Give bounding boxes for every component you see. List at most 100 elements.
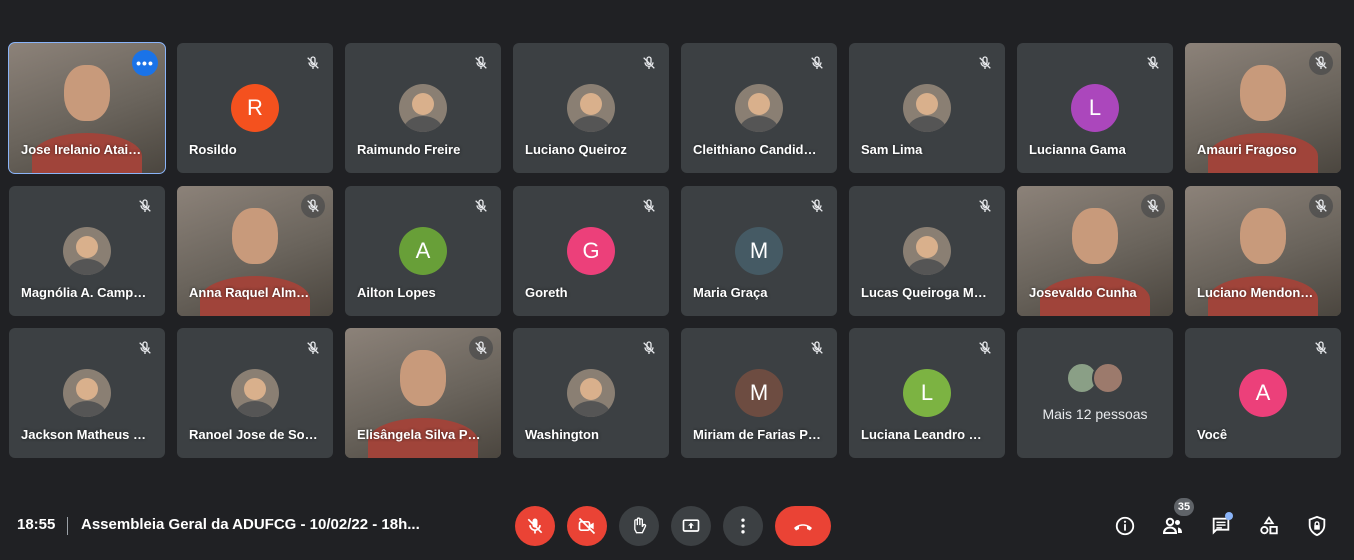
participant-name: Lucas Queiroga M… [861, 284, 987, 300]
end-call-icon [794, 524, 812, 531]
participant-tile[interactable]: Washington [513, 328, 669, 458]
muted-mic-icon [805, 194, 829, 218]
more-participants-label: Mais 12 pessoas [1042, 406, 1148, 422]
participant-name: Goreth [525, 284, 568, 300]
muted-mic-icon [637, 51, 661, 75]
avatar: G [567, 226, 615, 275]
avatar-photo-head [244, 378, 266, 400]
end-call-button[interactable] [775, 506, 831, 546]
more-options-icon [741, 518, 745, 534]
participant-tile[interactable]: A Ailton Lopes [345, 185, 501, 316]
muted-mic-icon [301, 336, 325, 360]
people-button[interactable] [1161, 514, 1185, 538]
participant-tile[interactable]: Anna Raquel Alm… [177, 185, 333, 316]
avatar: M [735, 369, 783, 417]
raise-hand-icon [634, 517, 647, 534]
raise-hand-button[interactable] [619, 506, 659, 546]
avatar-photo-body [571, 401, 611, 417]
activities-button[interactable] [1257, 514, 1281, 538]
muted-mic-icon [469, 336, 493, 360]
participant-name: Anna Raquel Alm… [189, 284, 310, 300]
avatar [903, 84, 951, 132]
tile-options-button[interactable]: ••• [132, 50, 158, 76]
muted-mic-icon [133, 336, 157, 360]
present-screen-button[interactable] [671, 506, 711, 546]
muted-mic-icon [1141, 51, 1165, 75]
participant-tile[interactable]: Luciano Queiroz [513, 43, 669, 173]
meeting-info-button[interactable] [1113, 514, 1137, 538]
participant-name: Luciana Leandro … [861, 427, 982, 442]
host-controls-button[interactable] [1305, 514, 1329, 538]
avatar-photo-head [76, 235, 98, 258]
participant-tile[interactable]: G Goreth [513, 185, 669, 316]
mini-avatar [1092, 362, 1124, 394]
avatar-photo-body [907, 116, 947, 132]
video-person-face [1072, 207, 1118, 264]
muted-mic-icon [1309, 336, 1333, 360]
participant-tile[interactable]: Sam Lima [849, 43, 1005, 173]
divider [67, 517, 68, 535]
participant-tile[interactable]: L Luciana Leandro … [849, 328, 1005, 458]
avatar: M [735, 226, 783, 275]
activities-icon [1260, 516, 1278, 535]
muted-mic-icon [469, 194, 493, 218]
participant-tile[interactable]: M Maria Graça [681, 185, 837, 316]
participant-name: Luciano Queiroz [525, 142, 627, 157]
muted-mic-icon [637, 194, 661, 218]
camera-off-icon [578, 517, 596, 535]
participant-tile[interactable]: Elisângela Silva P… [345, 328, 501, 458]
present-screen-icon [682, 519, 700, 532]
participant-tile[interactable]: ••• Jose Irelanio Atai… [8, 42, 166, 174]
muted-mic-icon [973, 336, 997, 360]
more-options-button[interactable] [723, 506, 763, 546]
camera-toggle-button[interactable] [567, 506, 607, 546]
avatar-photo-head [412, 93, 434, 115]
muted-mic-icon [973, 51, 997, 75]
participant-tile[interactable]: R Rosildo [177, 43, 333, 173]
avatar-photo-body [403, 116, 443, 132]
participant-name: Raimundo Freire [357, 142, 461, 157]
avatar [735, 84, 783, 132]
avatar-photo-head [580, 93, 602, 115]
participant-name: Magnólia A. Camp… [21, 284, 147, 300]
avatar: L [1071, 84, 1119, 132]
people-icon [1162, 517, 1182, 534]
participant-tile[interactable]: Cleithiano Candid… [681, 43, 837, 173]
avatar [567, 369, 615, 417]
participant-name: Você [1197, 427, 1228, 442]
muted-mic-icon [637, 336, 661, 360]
avatar-photo-body [235, 401, 275, 417]
participant-tile[interactable]: Jackson Matheus … [9, 328, 165, 458]
participant-tile[interactable]: M Miriam de Farias P… [681, 328, 837, 458]
muted-mic-icon [973, 194, 997, 218]
participant-tile[interactable]: Lucas Queiroga M… [849, 185, 1005, 316]
participant-tile[interactable]: Amauri Fragoso [1185, 43, 1341, 173]
muted-mic-icon [469, 51, 493, 75]
participant-tile[interactable]: L Lucianna Gama [1017, 43, 1173, 173]
muted-mic-icon [133, 194, 157, 218]
participant-name: Amauri Fragoso [1197, 142, 1297, 157]
muted-mic-icon [301, 193, 325, 218]
muted-mic-icon [1309, 193, 1333, 218]
video-person-face [64, 65, 110, 121]
bottom-bar: 18:55 Assembleia Geral da ADUFCG - 10/02… [0, 500, 1354, 552]
participant-tile[interactable]: Raimundo Freire [345, 43, 501, 173]
participant-tile[interactable]: Luciano Mendon… [1185, 185, 1341, 316]
participant-name: Jose Irelanio Atai… [21, 142, 142, 157]
participant-count-badge: 35 [1174, 498, 1194, 516]
participant-tile[interactable]: A Você [1185, 328, 1341, 458]
mic-off-icon [527, 518, 543, 534]
more-participants-tile[interactable]: Mais 12 pessoas [1017, 328, 1173, 458]
avatar [399, 84, 447, 132]
participant-name: Washington [525, 427, 599, 442]
participant-tile[interactable]: Ranoel Jose de So… [177, 328, 333, 458]
avatar-photo-body [67, 401, 107, 417]
participant-tile[interactable]: Magnólia A. Camp… [9, 185, 165, 316]
avatar [567, 84, 615, 132]
microphone-toggle-button[interactable] [515, 506, 555, 546]
video-person-face [1240, 207, 1286, 264]
participant-tile[interactable]: Josevaldo Cunha [1017, 185, 1173, 316]
avatar: A [399, 226, 447, 275]
avatar-photo-head [748, 93, 770, 115]
participant-name: Rosildo [189, 142, 237, 157]
